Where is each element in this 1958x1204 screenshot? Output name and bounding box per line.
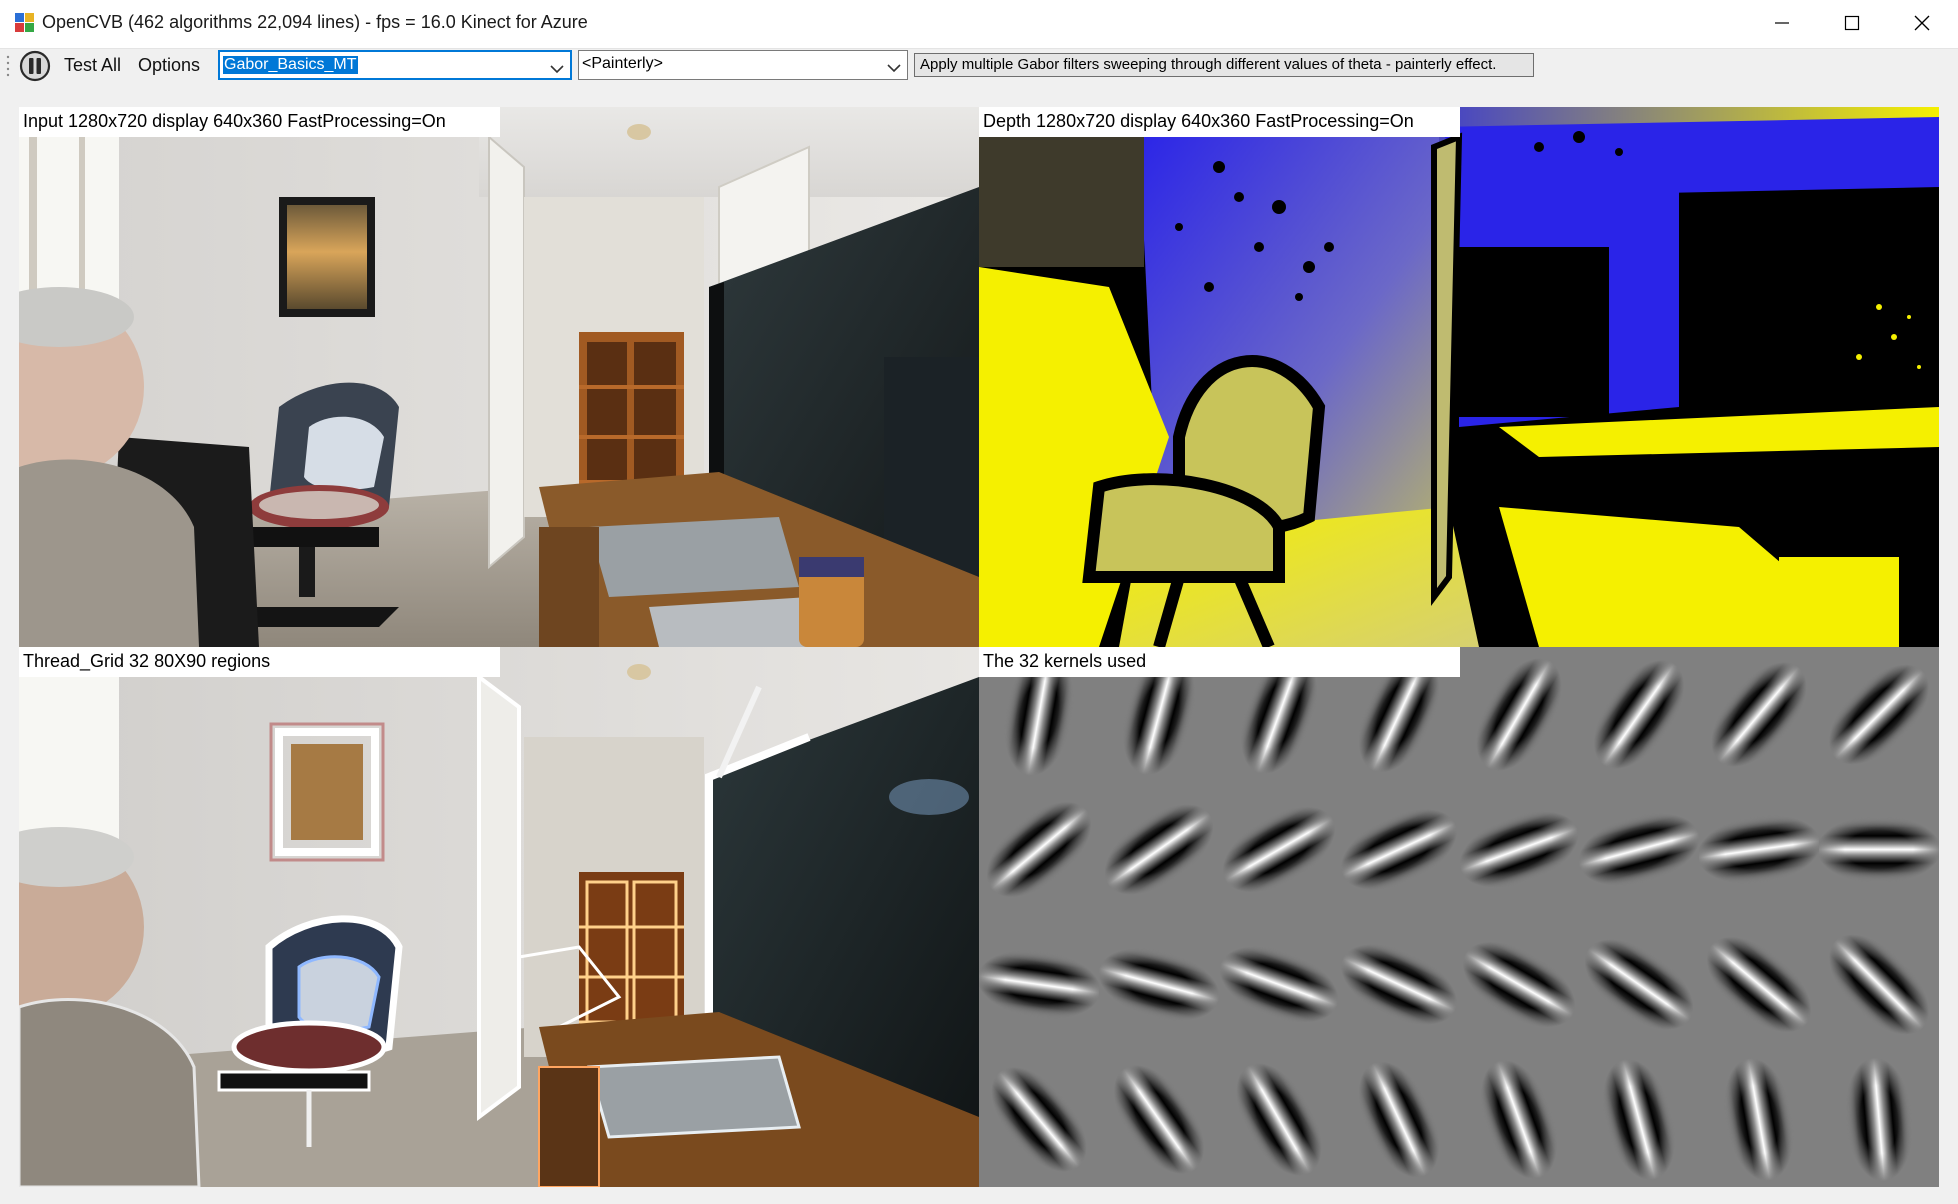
thread-grid-panel-label: Thread_Grid 32 80X90 regions	[19, 647, 500, 677]
status-strip	[0, 1190, 1958, 1204]
maximize-icon	[1844, 15, 1860, 31]
test-all-button[interactable]: Test All	[64, 55, 121, 76]
algorithm-select-value: Gabor_Basics_MT	[223, 56, 358, 74]
input-camera-image	[19, 107, 979, 647]
minimize-button[interactable]	[1748, 0, 1816, 46]
maximize-button[interactable]	[1818, 0, 1886, 46]
gabor-kernel-stripes	[1819, 815, 1939, 884]
window-title: OpenCVB (462 algorithms 22,094 lines) - …	[42, 12, 588, 32]
kernels-panel-label: The 32 kernels used	[979, 647, 1460, 677]
chevron-down-icon	[550, 61, 564, 79]
chevron-down-icon	[887, 60, 901, 78]
title-bar[interactable]: OpenCVB (462 algorithms 22,094 lines) - …	[0, 0, 1958, 49]
options-button[interactable]: Options	[138, 55, 200, 76]
opencvb-app-icon	[14, 12, 36, 34]
toolbar-grip-icon[interactable]	[6, 54, 10, 78]
depth-panel-label: Depth 1280x720 display 640x360 FastProce…	[979, 107, 1460, 137]
painterly-output-image	[19, 647, 979, 1187]
group-select[interactable]: <Painterly>	[578, 50, 908, 80]
depth-image-panel[interactable]: Depth 1280x720 display 640x360 FastProce…	[979, 107, 1939, 647]
algorithm-select[interactable]: Gabor_Basics_MT	[218, 50, 572, 80]
minimize-icon	[1775, 16, 1789, 30]
close-button[interactable]	[1888, 0, 1956, 46]
gabor-kernel	[1819, 815, 1939, 884]
group-select-value: <Painterly>	[582, 55, 663, 72]
pause-icon	[17, 50, 53, 87]
depth-image	[979, 107, 1939, 647]
algorithm-description: Apply multiple Gabor filters sweeping th…	[914, 53, 1534, 77]
gabor-kernels-panel[interactable]: The 32 kernels used	[979, 647, 1939, 1187]
pause-button[interactable]	[17, 49, 53, 83]
input-image-panel[interactable]: Input 1280x720 display 640x360 FastProce…	[19, 107, 979, 647]
gabor-kernel-grid	[979, 647, 1939, 1187]
painterly-output-panel[interactable]: Thread_Grid 32 80X90 regions	[19, 647, 979, 1187]
input-panel-label: Input 1280x720 display 640x360 FastProce…	[19, 107, 500, 137]
close-icon	[1914, 15, 1930, 31]
